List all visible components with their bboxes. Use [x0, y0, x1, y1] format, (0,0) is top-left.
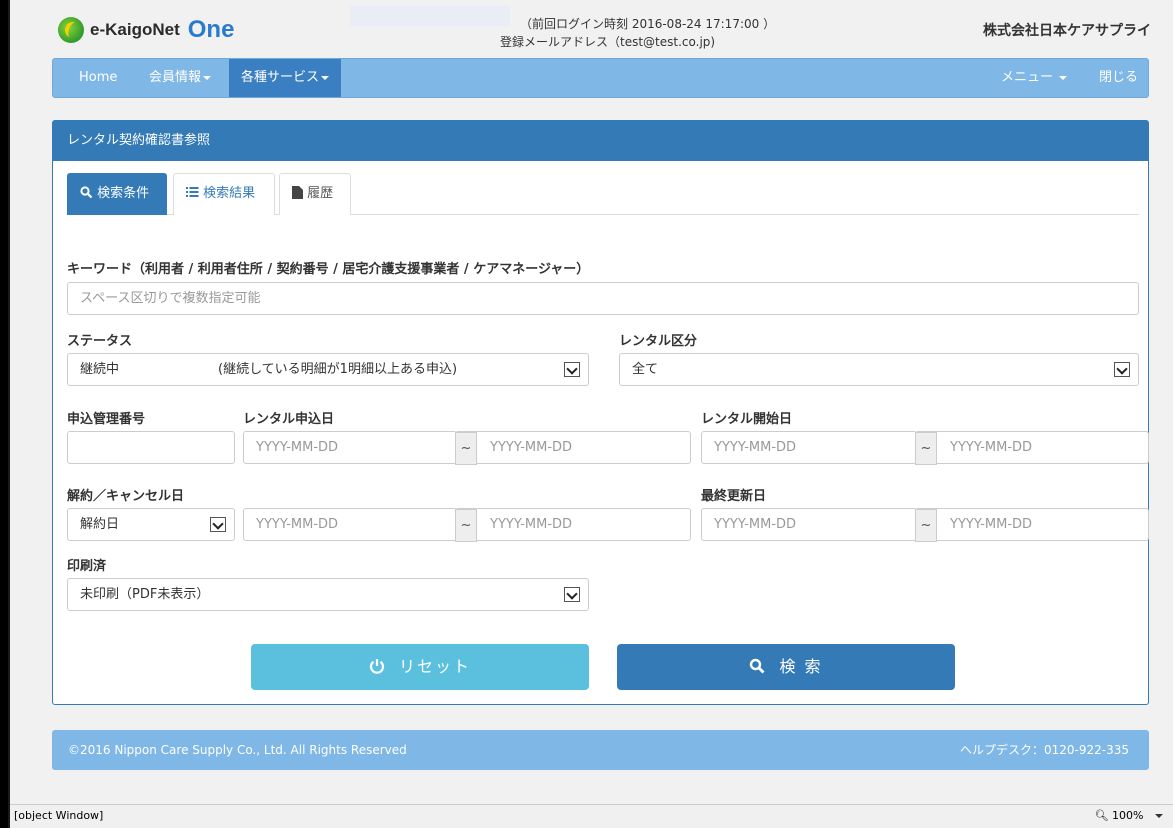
chevron-down-icon — [1114, 362, 1130, 377]
browser-window: e-KaigoNet One （前回ログイン時刻 2016-08-24 17:1… — [8, 0, 1173, 828]
copyright: ©2016 Nippon Care Supply Co., Ltd. All R… — [68, 743, 407, 757]
navbar: Home 会員情報 各種サービス メニュー 閉じる — [52, 58, 1149, 98]
cancel-type-select[interactable]: 解約日 — [67, 508, 235, 541]
updated-date-to-placeholder: YYYY-MM-DD — [950, 517, 1033, 532]
printed-label: 印刷済 — [67, 559, 107, 574]
chevron-down-icon — [564, 587, 580, 602]
tab-label: 検索結果 — [203, 186, 256, 201]
chevron-down-icon — [210, 517, 226, 532]
nav-menu-label: メニュー — [1001, 70, 1054, 85]
list-icon — [186, 187, 199, 197]
app-date-to-placeholder: YYYY-MM-DD — [490, 440, 573, 455]
zoom-icon: 🔍︎ — [1094, 809, 1109, 822]
blurred-area — [350, 6, 510, 26]
file-icon — [292, 186, 303, 199]
app-date-to[interactable]: ~ YYYY-MM-DD — [455, 431, 691, 465]
app-no-label: 申込管理番号 — [67, 412, 146, 427]
logo-one: One — [187, 16, 235, 43]
reset-label: リセット — [398, 657, 471, 676]
tab-bar: 検索条件 検索結果 履歴 — [67, 173, 1139, 215]
updated-date-from[interactable]: YYYY-MM-DD — [701, 508, 917, 541]
logo-text: e-KaigoNet — [90, 20, 180, 39]
keyword-input[interactable]: スペース区切りで複数指定可能 — [67, 282, 1139, 315]
nav-member-label: 会員情報 — [149, 70, 202, 85]
tab-search-results[interactable]: 検索結果 — [173, 173, 275, 215]
range-tilde: ~ — [455, 432, 477, 465]
search-icon — [80, 186, 93, 199]
rental-type-label: レンタル区分 — [619, 334, 698, 349]
status-text: [object Window] — [14, 809, 104, 822]
registered-email: 登録メールアドレス（test@test.co.jp) — [500, 35, 716, 49]
tab-search-conditions[interactable]: 検索条件 — [67, 173, 167, 215]
logo-mark-icon — [58, 17, 84, 43]
page-footer: ©2016 Nippon Care Supply Co., Ltd. All R… — [52, 730, 1149, 770]
caret-down-icon — [321, 75, 330, 80]
tab-history[interactable]: 履歴 — [279, 173, 351, 215]
search-panel: レンタル契約確認書参照 検索条件 検索結果 履歴 キーワード（利用者 / 利用者… — [52, 120, 1149, 705]
page-header: e-KaigoNet One （前回ログイン時刻 2016-08-24 17:1… — [10, 0, 1173, 56]
rental-type-value: 全て — [632, 362, 659, 377]
panel-title: レンタル契約確認書参照 — [53, 121, 1148, 161]
logo: e-KaigoNet One — [58, 16, 235, 43]
nav-close[interactable]: 閉じる — [1099, 59, 1138, 97]
status-select[interactable]: 継続中 (継続している明細が1明細以上ある申込) — [67, 353, 589, 386]
range-tilde: ~ — [915, 432, 937, 465]
browser-status-bar: [object Window] 🔍︎ 100% — [10, 804, 1173, 828]
cancel-type-value: 解約日 — [80, 517, 120, 532]
start-date-from[interactable]: YYYY-MM-DD — [701, 431, 917, 464]
range-tilde: ~ — [455, 509, 477, 542]
start-date-to-placeholder: YYYY-MM-DD — [950, 440, 1033, 455]
search-button[interactable]: 検 索 — [617, 644, 955, 690]
caret-down-icon — [203, 75, 212, 80]
helpdesk: ヘルプデスク：0120-922-335 — [959, 743, 1129, 757]
updated-label: 最終更新日 — [701, 489, 767, 504]
zoom-control[interactable]: 🔍︎ 100% — [1095, 805, 1163, 827]
range-tilde: ~ — [915, 509, 937, 542]
rental-type-select[interactable]: 全て — [619, 353, 1139, 386]
zoom-level: 100% — [1112, 809, 1144, 822]
reset-button[interactable]: リセット — [251, 644, 589, 690]
updated-date-to[interactable]: ~ YYYY-MM-DD — [915, 508, 1149, 542]
cancel-date-to-placeholder: YYYY-MM-DD — [490, 517, 573, 532]
nav-menu[interactable]: メニュー — [1001, 59, 1068, 97]
nav-services-label: 各種サービス — [241, 70, 320, 85]
caret-down-icon — [1155, 814, 1163, 818]
login-info: （前回ログイン時刻 2016-08-24 17:17:00 ） 登録メールアドレ… — [500, 15, 775, 51]
app-date-from[interactable]: YYYY-MM-DD — [243, 431, 457, 464]
status-value: 継続中 — [80, 362, 120, 377]
printed-select[interactable]: 未印刷（PDF未表示） — [67, 578, 589, 611]
nav-member-info[interactable]: 会員情報 — [149, 59, 212, 97]
app-no-input[interactable] — [67, 431, 235, 464]
start-date-label: レンタル開始日 — [701, 412, 793, 427]
cancel-label: 解約／キャンセル日 — [67, 489, 185, 504]
cancel-date-from[interactable]: YYYY-MM-DD — [243, 508, 457, 541]
cancel-date-to[interactable]: ~ YYYY-MM-DD — [455, 508, 691, 542]
app-date-label: レンタル申込日 — [243, 412, 335, 427]
status-note: (継続している明細が1明細以上ある申込) — [218, 362, 458, 377]
caret-down-icon — [1059, 75, 1068, 80]
tab-label: 履歴 — [307, 186, 334, 201]
printed-value: 未印刷（PDF未表示） — [80, 587, 210, 602]
keyword-label: キーワード（利用者 / 利用者住所 / 契約番号 / 居宅介護支援事業者 / ケ… — [67, 262, 590, 277]
tab-label: 検索条件 — [97, 186, 150, 201]
status-label: ステータス — [67, 334, 133, 349]
chevron-down-icon — [564, 362, 580, 377]
company-name: 株式会社日本ケアサプライ — [983, 23, 1151, 39]
start-date-to[interactable]: ~ YYYY-MM-DD — [915, 431, 1149, 465]
search-icon — [750, 658, 765, 674]
search-label: 検 索 — [779, 657, 823, 676]
power-icon — [369, 659, 385, 674]
last-login: （前回ログイン時刻 2016-08-24 17:17:00 ） — [520, 17, 776, 31]
nav-services[interactable]: 各種サービス — [229, 59, 342, 97]
nav-home[interactable]: Home — [79, 59, 117, 97]
